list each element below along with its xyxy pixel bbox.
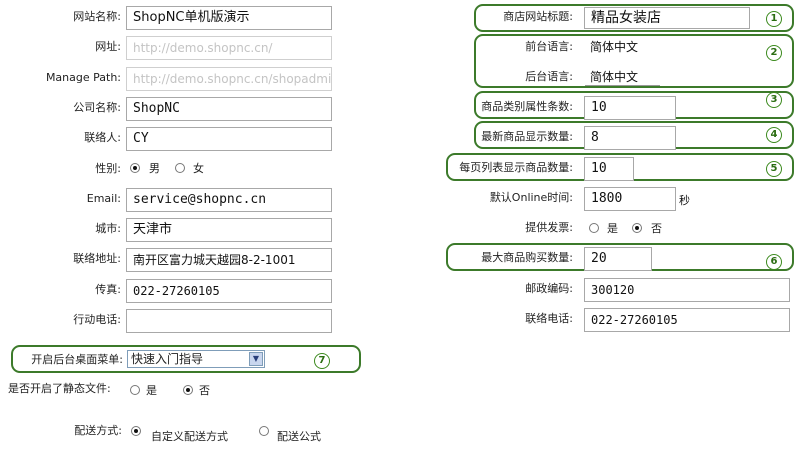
per-page-field[interactable]: 10: [584, 157, 634, 181]
static-file-yes-radio[interactable]: [130, 385, 140, 395]
phone-label: 联络电话:: [525, 312, 573, 325]
category-attrs-label: 商品类别属性条数:: [481, 100, 573, 113]
shop-title-label: 商店网站标题:: [503, 10, 573, 23]
online-time-field[interactable]: 1800: [584, 187, 676, 211]
invoice-yes-label: 是: [607, 222, 618, 235]
address-field[interactable]: 南开区富力城天越园8-2-1001: [126, 248, 332, 272]
newest-count-field[interactable]: 8: [584, 126, 676, 150]
back-language-value[interactable]: 简体中文: [590, 69, 638, 85]
online-time-unit: 秒: [679, 194, 690, 207]
fax-label: 传真:: [95, 283, 121, 296]
delivery-label: 配送方式:: [74, 424, 122, 437]
marker-1: 1: [766, 11, 782, 27]
desktop-menu-selected: 快速入门指导: [131, 352, 204, 366]
per-page-label: 每页列表显示商品数量:: [459, 161, 573, 174]
invoice-no-label: 否: [651, 222, 662, 235]
address-label: 联络地址:: [73, 252, 121, 265]
city-label: 城市:: [95, 222, 121, 235]
marker-3: 3: [766, 92, 782, 108]
static-file-label: 是否开启了静态文件:: [8, 382, 111, 395]
static-file-no-label: 否: [199, 384, 210, 397]
invoice-yes-radio[interactable]: [589, 223, 599, 233]
max-buy-label: 最大商品购买数量:: [481, 251, 573, 264]
manage-path-field[interactable]: http://demo.shopnc.cn/shopadmin: [126, 67, 332, 91]
invoice-no-radio[interactable]: [632, 223, 642, 233]
desktop-menu-label: 开启后台桌面菜单:: [31, 353, 123, 366]
marker-2: 2: [766, 45, 782, 61]
url-field[interactable]: http://demo.shopnc.cn/: [126, 36, 332, 60]
company-label: 公司名称:: [73, 101, 121, 114]
site-name-field[interactable]: ShopNC单机版演示: [126, 6, 332, 30]
static-file-no-radio[interactable]: [183, 385, 193, 395]
delivery-custom-radio[interactable]: [131, 426, 141, 436]
delivery-custom-label: 自定义配送方式: [151, 430, 228, 443]
max-buy-field[interactable]: 20: [584, 247, 652, 271]
company-field[interactable]: ShopNC: [126, 97, 332, 121]
zip-label: 邮政编码:: [525, 282, 573, 295]
email-label: Email:: [86, 192, 121, 205]
gender-label: 性别:: [95, 162, 121, 175]
static-file-yes-label: 是: [146, 384, 157, 397]
marker-6: 6: [766, 254, 782, 270]
chevron-down-icon[interactable]: ▼: [249, 352, 263, 366]
invoice-label: 提供发票:: [525, 221, 573, 234]
marker-4: 4: [766, 127, 782, 143]
marker-7: 7: [314, 353, 330, 369]
city-field[interactable]: 天津市: [126, 218, 332, 242]
manage-path-label: Manage Path:: [45, 71, 121, 84]
gender-male-label: 男: [149, 162, 160, 175]
back-language-underline: [585, 85, 660, 86]
newest-count-label: 最新商品显示数量:: [481, 130, 573, 143]
delivery-formula-label: 配送公式: [277, 430, 321, 443]
email-field[interactable]: service@shopnc.cn: [126, 188, 332, 212]
phone-field[interactable]: 022-27260105: [584, 308, 790, 332]
fax-field[interactable]: 022-27260105: [126, 279, 332, 303]
online-time-label: 默认Online时间:: [489, 191, 573, 204]
gender-female-label: 女: [193, 162, 204, 175]
front-language-value[interactable]: 简体中文: [590, 39, 638, 55]
zip-field[interactable]: 300120: [584, 278, 790, 302]
desktop-menu-select[interactable]: 快速入门指导 ▼: [127, 350, 265, 368]
delivery-formula-radio[interactable]: [259, 426, 269, 436]
back-language-label: 后台语言:: [525, 70, 573, 83]
gender-male-radio[interactable]: [130, 163, 140, 173]
url-label: 网址:: [95, 40, 121, 53]
category-attrs-field[interactable]: 10: [584, 96, 676, 120]
mobile-field[interactable]: [126, 309, 332, 333]
contact-label: 联络人:: [84, 131, 121, 144]
front-language-label: 前台语言:: [525, 40, 573, 53]
site-name-label: 网站名称:: [73, 10, 121, 23]
gender-female-radio[interactable]: [175, 163, 185, 173]
shop-title-field[interactable]: 精品女装店: [584, 7, 750, 29]
mobile-label: 行动电话:: [73, 313, 121, 326]
marker-5: 5: [766, 161, 782, 177]
contact-field[interactable]: CY: [126, 127, 332, 151]
